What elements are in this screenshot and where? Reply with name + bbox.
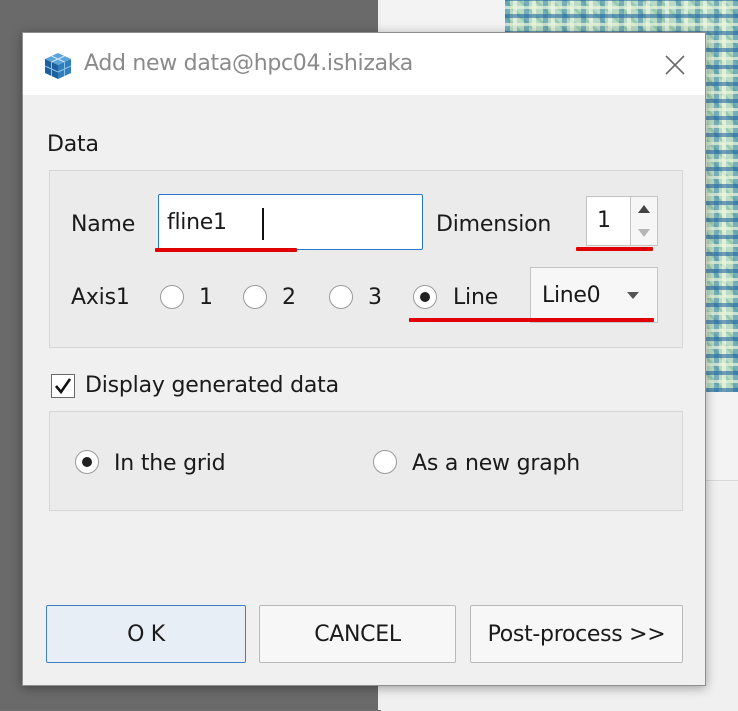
- dimension-annotation-underline: [576, 247, 653, 251]
- name-annotation-underline: [155, 248, 297, 252]
- name-field[interactable]: [159, 195, 422, 249]
- axis-option-3-label: 3: [368, 285, 382, 310]
- spin-up-button[interactable]: [631, 197, 657, 221]
- chevron-down-icon: [627, 292, 639, 299]
- line-select[interactable]: Line0: [530, 267, 658, 323]
- display-generated-checkbox[interactable]: [51, 374, 75, 398]
- axis-option-1-label: 1: [199, 285, 213, 310]
- display-generated-label: Display generated data: [85, 373, 339, 398]
- dialog-title: Add new data@hpc04.ishizaka: [84, 51, 413, 76]
- line-select-value: Line0: [542, 283, 601, 308]
- axis-radio-1[interactable]: [160, 285, 184, 309]
- name-input[interactable]: [158, 194, 423, 250]
- dimension-spinbox[interactable]: 1: [586, 196, 658, 246]
- in-grid-label: In the grid: [114, 451, 226, 476]
- checkmark-icon: [55, 378, 72, 395]
- new-graph-label: As a new graph: [412, 451, 581, 476]
- triangle-up-icon: [638, 205, 650, 213]
- dimension-value[interactable]: 1: [586, 196, 630, 246]
- axis-radio-line[interactable]: [413, 285, 437, 309]
- axis-option-2-label: 2: [282, 285, 296, 310]
- text-caret: [262, 208, 264, 240]
- new-graph-radio[interactable]: [373, 450, 397, 474]
- axis-option-line-label: Line: [453, 285, 499, 310]
- add-new-data-dialog: Add new data@hpc04.ishizaka Data Name Di…: [22, 32, 706, 686]
- in-grid-radio[interactable]: [75, 450, 99, 474]
- close-icon: [665, 55, 685, 75]
- dimension-label: Dimension: [436, 212, 552, 237]
- axis-radio-3[interactable]: [329, 285, 353, 309]
- spin-down-button[interactable]: [631, 221, 657, 245]
- dialog-titlebar: Add new data@hpc04.ishizaka: [23, 33, 705, 95]
- spin-buttons: [630, 196, 658, 246]
- triangle-down-icon: [638, 229, 650, 237]
- post-process-button[interactable]: Post-process >>: [470, 605, 683, 663]
- ok-button[interactable]: O K: [46, 605, 246, 663]
- line-annotation-underline: [409, 318, 654, 322]
- cube-app-icon: [42, 51, 74, 81]
- data-section-label: Data: [47, 132, 99, 157]
- name-label: Name: [71, 212, 136, 237]
- axis-radio-2[interactable]: [243, 285, 267, 309]
- close-button[interactable]: [655, 47, 695, 83]
- axis-label: Axis1: [71, 285, 130, 310]
- cancel-button[interactable]: CANCEL: [259, 605, 456, 663]
